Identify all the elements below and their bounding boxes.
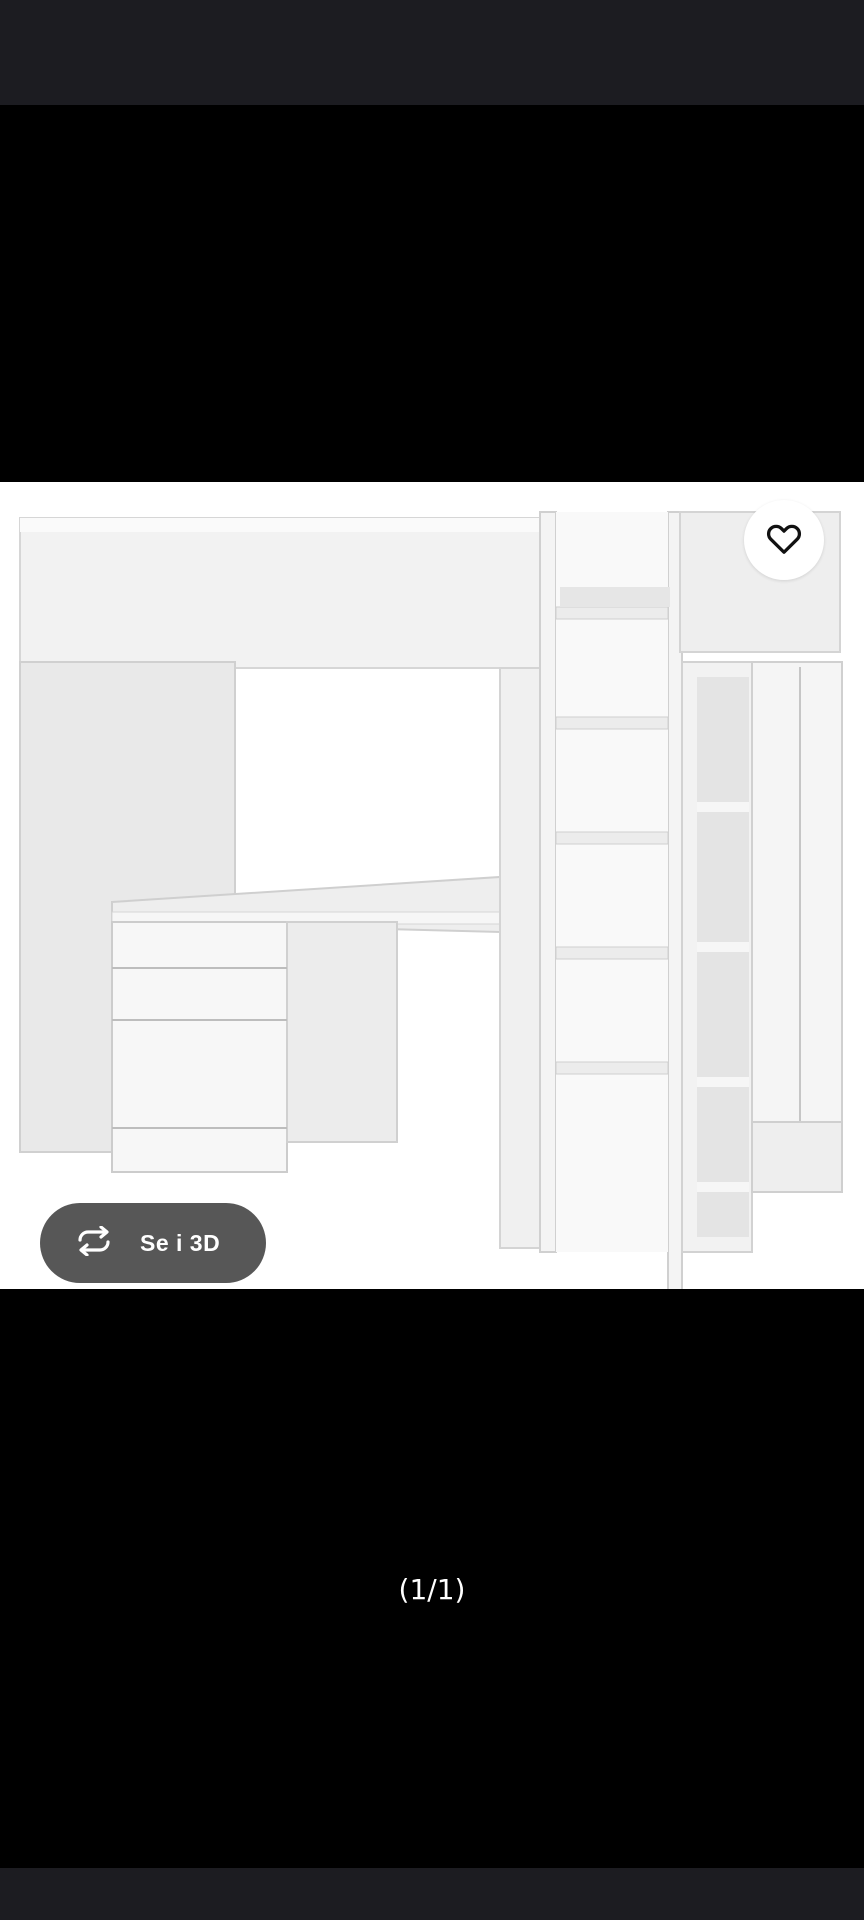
product-image[interactable] xyxy=(0,482,864,1289)
favorite-button[interactable] xyxy=(744,500,824,580)
image-pager-indicator: (1/1) xyxy=(398,1573,466,1606)
view-3d-label: Se i 3D xyxy=(140,1229,221,1256)
rotate-3d-icon xyxy=(74,1224,114,1261)
loft-bed-illustration xyxy=(19,511,843,1289)
view-3d-button[interactable]: Se i 3D xyxy=(40,1203,266,1283)
navigation-bar xyxy=(0,1868,864,1920)
status-bar xyxy=(0,0,864,105)
heart-outline-icon xyxy=(766,521,802,560)
